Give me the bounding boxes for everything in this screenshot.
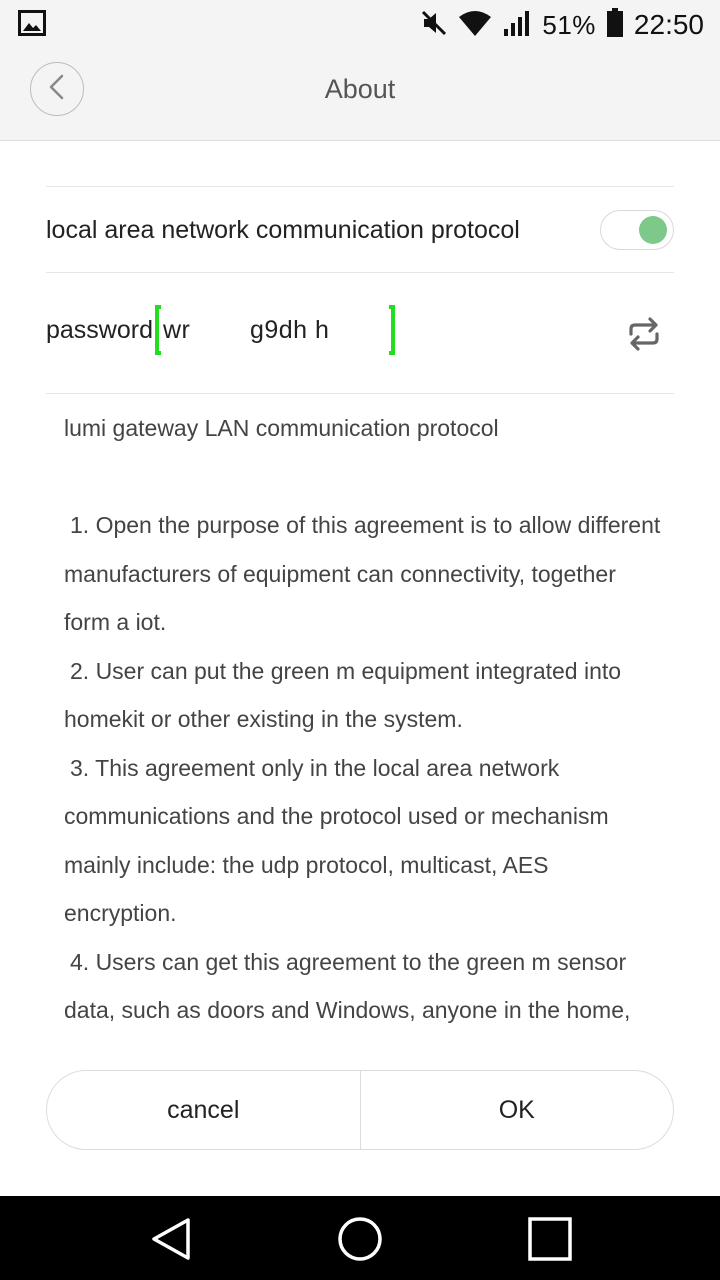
lan-protocol-label: local area network communication protoco… — [46, 216, 520, 244]
signal-icon — [502, 9, 532, 42]
divider — [46, 186, 674, 187]
password-value: wr g9dh h — [163, 315, 330, 344]
refresh-password-button[interactable] — [622, 314, 666, 354]
lan-protocol-toggle[interactable] — [600, 210, 674, 250]
divider — [46, 393, 674, 394]
agreement-item-1: 1. Open the purpose of this agreement is… — [64, 512, 661, 635]
ok-button[interactable]: OK — [359, 1071, 674, 1149]
cancel-button[interactable]: cancel — [47, 1071, 360, 1149]
image-icon — [18, 9, 46, 41]
status-bar: 51% 22:50 — [0, 0, 720, 50]
agreement-item-3: 3. This agreement only in the local area… — [64, 754, 609, 927]
mute-icon — [420, 9, 448, 42]
password-label: password — [46, 315, 153, 344]
highlight-bracket-left — [155, 305, 161, 355]
nav-back-icon[interactable] — [148, 1216, 194, 1262]
battery-icon — [606, 7, 624, 43]
battery-percent: 51% — [542, 9, 596, 40]
nav-recents-icon[interactable] — [527, 1216, 573, 1262]
wifi-icon — [458, 9, 492, 42]
agreement-item-4: 4. Users can get this agreement to the g… — [64, 948, 631, 1024]
agreement-item-2: 2. User can put the green m equipment in… — [64, 657, 622, 733]
page-title: About — [324, 74, 396, 104]
navigation-bar — [0, 1196, 720, 1280]
clock: 22:50 — [633, 9, 704, 40]
refresh-icon — [622, 317, 666, 358]
divider — [46, 272, 674, 273]
agreement-heading: lumi gateway LAN communication protocol — [64, 415, 499, 441]
dialog-buttons: cancel OK — [46, 1070, 674, 1150]
toggle-knob — [639, 216, 667, 244]
password-row: password wr g9dh h — [46, 300, 395, 360]
app-header: About — [0, 50, 720, 141]
nav-home-icon[interactable] — [337, 1216, 383, 1262]
highlight-bracket-right — [389, 305, 395, 355]
agreement-text: lumi gateway LAN communication protocol … — [64, 404, 664, 1052]
